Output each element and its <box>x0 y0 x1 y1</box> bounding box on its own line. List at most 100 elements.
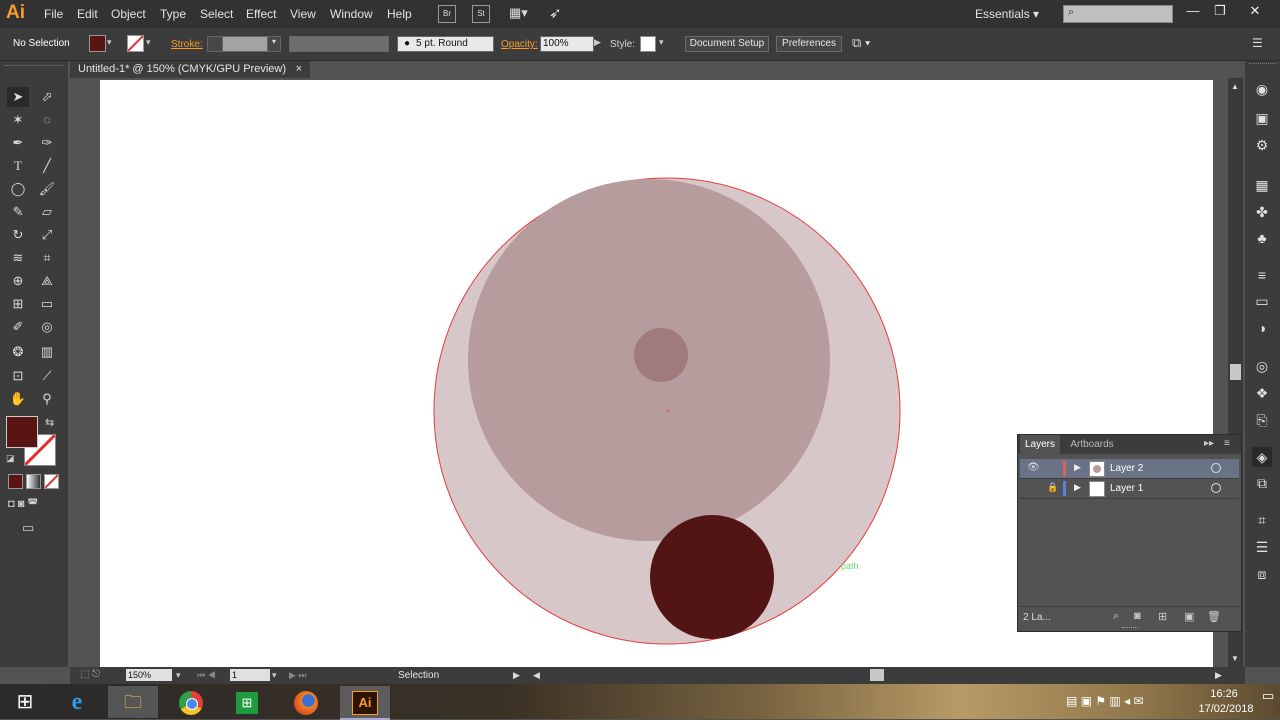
scroll-up-icon[interactable]: ▲ <box>1231 82 1239 91</box>
stroke-swatch[interactable] <box>127 35 144 52</box>
swap-colors-icon[interactable]: ⇆ <box>45 416 54 429</box>
layer-row-layer-2[interactable]: 👁 ▶ Layer 2 <box>1020 459 1239 479</box>
zoom-dropdown-icon[interactable]: ▾ <box>176 670 181 681</box>
variable-width-profile[interactable] <box>289 36 389 52</box>
artboard-number-field[interactable]: 1 <box>230 669 270 681</box>
pencil-tool-icon[interactable]: ✎ <box>7 202 29 222</box>
clock-date[interactable]: 17/02/2018 <box>1198 703 1254 715</box>
style-dropdown-icon[interactable]: ▾ <box>659 37 664 48</box>
new-sublayer-icon[interactable]: ⊞ <box>1158 610 1167 623</box>
close-tab-icon[interactable]: × <box>296 61 302 78</box>
transparency-icon[interactable]: ◑ <box>1252 318 1272 338</box>
stroke-panel-icon[interactable]: ≡ <box>1252 265 1272 285</box>
delete-layer-icon[interactable]: 🗑 <box>1207 610 1221 623</box>
restore-button[interactable]: ❐ <box>1210 3 1230 21</box>
expand-layer-icon[interactable]: ▶ <box>1074 462 1081 473</box>
next-artboard-icon[interactable]: ▶ ⏭ <box>289 670 307 681</box>
system-tray-icons[interactable]: ▤ ▣ ⚑ ▥ ◂ ✉ <box>1066 694 1144 708</box>
lasso-tool-icon[interactable]: ◌ <box>36 110 58 130</box>
screen-mode-icon[interactable]: ▭ <box>22 520 34 536</box>
fill-color-box[interactable] <box>6 416 38 448</box>
target-icon[interactable] <box>1211 463 1221 473</box>
brushes-icon[interactable]: ✤ <box>1252 202 1272 222</box>
appearance-icon[interactable]: ◎ <box>1252 356 1272 376</box>
gradient-mode-icon[interactable] <box>26 474 41 489</box>
document-setup-button[interactable]: Document Setup <box>685 36 769 52</box>
artboard-tool-icon[interactable]: ⊡ <box>7 366 29 386</box>
width-tool-icon[interactable]: ≋ <box>7 248 29 268</box>
panel-menu-icon[interactable]: ☰ <box>1252 36 1263 50</box>
menu-help[interactable]: Help <box>387 7 412 21</box>
artboards-panel-icon[interactable]: ⧉ <box>1252 473 1272 493</box>
default-colors-icon[interactable]: ◪ <box>6 453 15 464</box>
small-circle[interactable] <box>634 328 688 382</box>
stroke-dropdown-icon[interactable]: ▾ <box>146 37 151 48</box>
slice-tool-icon[interactable]: ⟋ <box>36 366 58 386</box>
line-tool-icon[interactable]: ╱ <box>36 156 58 176</box>
panel-options-icon[interactable]: ≡ <box>1224 438 1230 449</box>
mesh-tool-icon[interactable]: ⊞ <box>7 294 29 314</box>
arrange-icon[interactable]: ⧉ ▾ <box>852 35 870 51</box>
menu-type[interactable]: Type <box>160 7 186 21</box>
firefox-icon[interactable] <box>281 686 331 718</box>
none-mode-icon[interactable] <box>44 474 59 489</box>
clock-time[interactable]: 16:26 <box>1202 688 1246 700</box>
curvature-tool-icon[interactable]: ✑ <box>36 133 58 153</box>
windows-start-icon[interactable]: ⊞ <box>0 686 50 718</box>
new-layer-icon[interactable]: ▣ <box>1184 610 1194 623</box>
dark-circle[interactable] <box>650 515 774 639</box>
menu-select[interactable]: Select <box>200 7 233 21</box>
scroll-right-icon[interactable]: ▶ <box>1215 670 1222 681</box>
close-button[interactable]: ✕ <box>1245 3 1265 21</box>
visibility-eye-icon[interactable]: 👁 <box>1027 462 1040 473</box>
status-menu-icon[interactable]: ▶ <box>513 670 520 681</box>
artboard-dropdown-icon[interactable]: ▾ <box>272 670 277 681</box>
opacity-field[interactable]: 100% <box>540 36 594 52</box>
clipping-mask-icon[interactable]: ◙ <box>1134 610 1141 622</box>
document-tab[interactable]: Untitled-1* @ 150% (CMYK/GPU Preview) × <box>70 61 310 78</box>
scroll-left-icon[interactable]: ◀ <box>533 670 540 681</box>
artboard-options-icon[interactable]: ⬚ ⎋ <box>80 669 100 680</box>
store-icon[interactable]: ⊞ <box>222 686 272 718</box>
menu-object[interactable]: Object <box>111 7 146 21</box>
eyedropper-tool-icon[interactable]: ✐ <box>7 317 29 337</box>
layer-row-layer-1[interactable]: 🔒 ▶ Layer 1 <box>1020 479 1239 499</box>
target-icon[interactable] <box>1211 483 1221 493</box>
tab-layers[interactable]: Layers <box>1020 435 1060 454</box>
notifications-icon[interactable]: ▭ <box>1262 688 1274 704</box>
pen-tool-icon[interactable]: ✒ <box>7 133 29 153</box>
rotate-tool-icon[interactable]: ↻ <box>7 225 29 245</box>
search-input[interactable]: ⌕ <box>1063 5 1173 23</box>
collapse-panel-icon[interactable]: ▸▸ <box>1204 438 1214 449</box>
vertical-scroll-thumb[interactable] <box>1230 364 1241 380</box>
graphic-styles-icon[interactable]: ❖ <box>1252 383 1272 403</box>
drawing-modes-icon[interactable]: ◘ ◙ ◚ <box>8 497 58 511</box>
menu-effect[interactable]: Effect <box>246 7 276 21</box>
horizontal-scroll-thumb[interactable] <box>870 669 884 681</box>
blend-tool-icon[interactable]: ◎ <box>36 317 58 337</box>
zoom-field[interactable]: 150% <box>126 669 172 681</box>
properties-icon[interactable]: ▣ <box>1252 108 1272 128</box>
bridge-button[interactable]: Br <box>438 5 456 23</box>
stock-button[interactable]: St <box>472 5 490 23</box>
pathfinder-icon[interactable]: ⧈ <box>1252 564 1272 584</box>
direct-selection-tool-icon[interactable]: ⬀ <box>36 87 58 107</box>
column-graph-tool-icon[interactable]: ▥ <box>36 342 58 362</box>
dock-grip[interactable] <box>1249 63 1277 70</box>
minimize-button[interactable]: — <box>1183 3 1203 21</box>
opacity-arrow-icon[interactable]: ▶ <box>594 37 601 48</box>
arrange-documents-icon[interactable]: ▦▾ <box>509 5 535 21</box>
scroll-down-icon[interactable]: ▼ <box>1231 654 1239 663</box>
brush-definition[interactable]: ● 5 pt. Round <box>397 36 494 52</box>
free-transform-tool-icon[interactable]: ⌗ <box>36 248 58 268</box>
selection-tool-icon[interactable]: ➤ <box>7 87 29 107</box>
ellipse-tool-icon[interactable]: ◯ <box>7 179 29 199</box>
paintbrush-tool-icon[interactable]: 🖌 <box>36 179 58 199</box>
tab-artboards[interactable]: Artboards <box>1064 435 1120 454</box>
locate-object-icon[interactable]: ⌕ <box>1113 610 1119 623</box>
hand-tool-icon[interactable]: ✋ <box>7 389 29 409</box>
stroke-stepper[interactable] <box>207 36 223 52</box>
fill-dropdown-icon[interactable]: ▾ <box>107 37 112 48</box>
file-explorer-icon[interactable]: 🗀 <box>108 686 158 718</box>
type-tool-icon[interactable]: T <box>7 156 29 176</box>
